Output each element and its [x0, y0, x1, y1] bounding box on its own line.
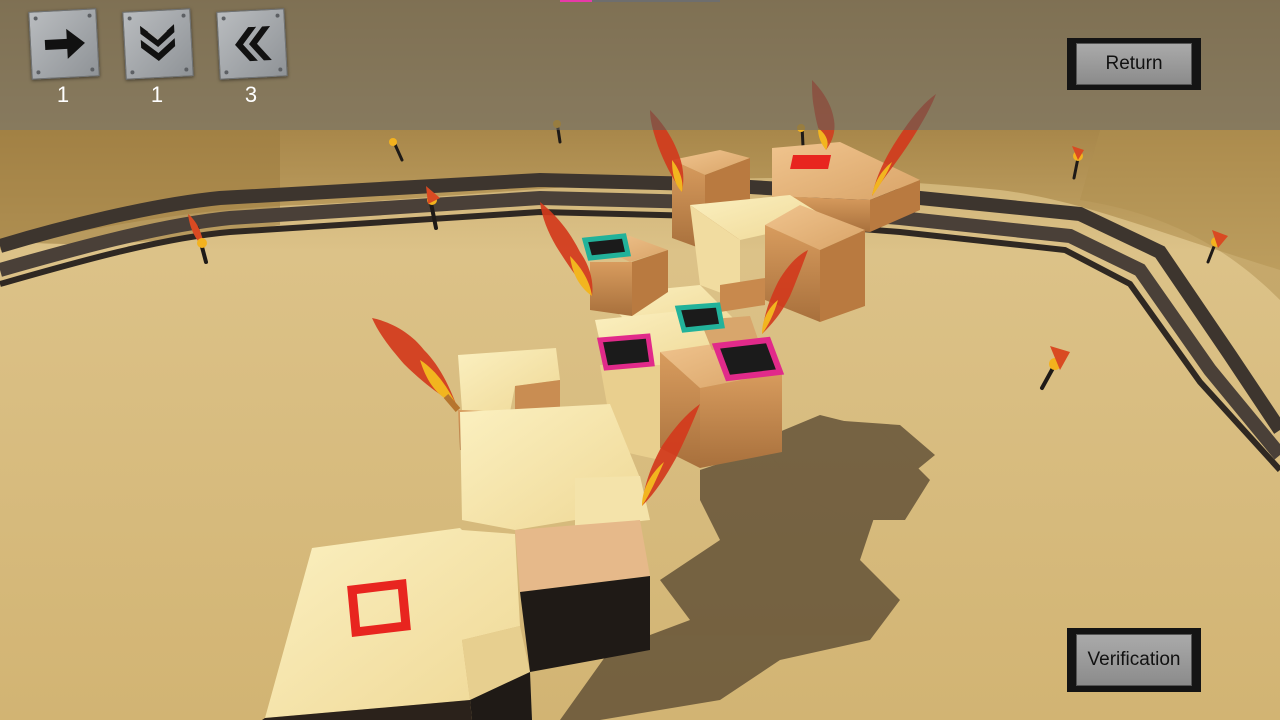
- move-count-down: 1: [150, 82, 164, 107]
- top-hud-bar: 1 1 3 Return: [0, 0, 1280, 130]
- move-tile[interactable]: [122, 8, 194, 80]
- double-chevron-down-icon: [140, 24, 176, 61]
- progress-bar: [560, 0, 720, 2]
- move-count-forward: 1: [56, 82, 70, 107]
- move-tile[interactable]: [28, 8, 100, 80]
- target-magenta-right: [711, 336, 785, 382]
- target-teal-left: [581, 233, 632, 261]
- return-button[interactable]: Return: [1067, 38, 1201, 90]
- target-red-far: [790, 155, 832, 169]
- return-button-label: Return: [1076, 43, 1192, 85]
- arrow-right-icon: [44, 28, 85, 59]
- target-teal-center: [674, 302, 725, 333]
- progress-fill: [560, 0, 592, 2]
- double-chevron-left-icon: [235, 26, 272, 62]
- move-count-left: 3: [244, 82, 258, 107]
- move-tile[interactable]: [216, 8, 288, 80]
- verification-button[interactable]: Verification: [1067, 628, 1201, 692]
- target-magenta-left: [596, 333, 655, 371]
- verification-button-label: Verification: [1076, 634, 1192, 686]
